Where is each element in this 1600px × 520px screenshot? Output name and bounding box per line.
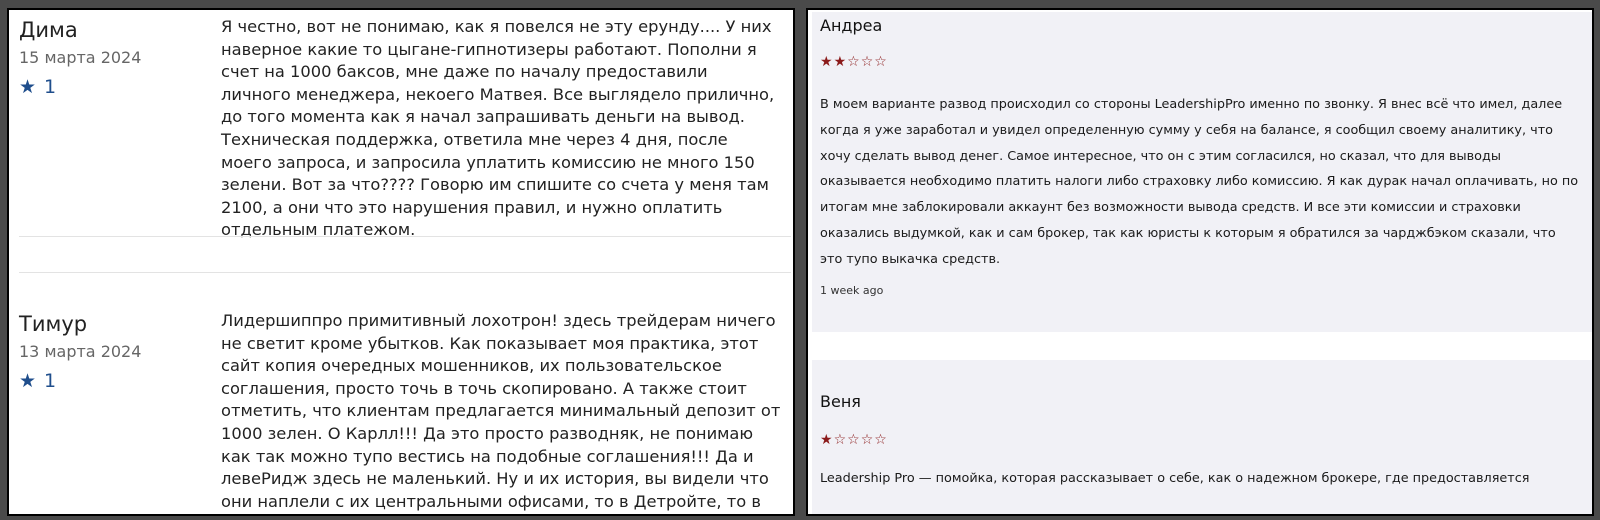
review-date: 15 марта 2024 [19, 48, 142, 67]
review-text: Я честно, вот не понимаю, как я повелся … [221, 17, 775, 240]
reviewer-name: Андреа [820, 16, 883, 35]
review-text: Leadership Pro — помойка, которая расска… [820, 471, 1530, 486]
review-card: Андреа ★★☆☆☆ В моем варианте развод прои… [812, 12, 1592, 332]
review-date: 13 марта 2024 [19, 342, 142, 361]
review-text: Лидершиппро примитивный лохотрон! здесь … [221, 311, 781, 511]
star-empty-icon: ☆ [833, 432, 848, 448]
star-icon: ★ [19, 76, 37, 98]
reviewer-name: Тимур [19, 312, 88, 336]
star-filled-icon: ★ [820, 54, 834, 70]
reviewer-name: Веня [820, 392, 861, 411]
star-empty-icon: ☆ [860, 54, 875, 70]
review-rating: ★ 1 [19, 76, 56, 98]
rating-value: 1 [44, 370, 57, 392]
review-text: В моем варианте развод происходил со сто… [820, 97, 1579, 267]
star-empty-icon: ☆ [847, 54, 861, 70]
left-reviews-panel: Дима 15 марта 2024 ★ 1 Я честно, вот не … [7, 8, 795, 516]
right-reviews-panel: Андреа ★★☆☆☆ В моем варианте развод прои… [806, 8, 1594, 516]
review-time: 1 week ago [820, 284, 884, 297]
star-filled-icon: ★ [820, 432, 834, 448]
divider [19, 236, 791, 237]
star-empty-icon: ☆ [860, 432, 875, 448]
star-icon: ★ [19, 370, 37, 392]
star-rating: ★☆☆☆☆ [820, 432, 888, 448]
star-empty-icon: ☆ [874, 432, 888, 448]
review-rating: ★ 1 [19, 370, 56, 392]
star-filled-icon: ★ [833, 54, 848, 70]
review-card: Веня ★☆☆☆☆ Leadership Pro — помойка, кот… [812, 360, 1592, 514]
star-rating: ★★☆☆☆ [820, 54, 888, 70]
star-empty-icon: ☆ [847, 432, 861, 448]
star-empty-icon: ☆ [874, 54, 888, 70]
rating-value: 1 [44, 76, 57, 98]
divider [19, 272, 791, 273]
reviewer-name: Дима [19, 18, 78, 42]
